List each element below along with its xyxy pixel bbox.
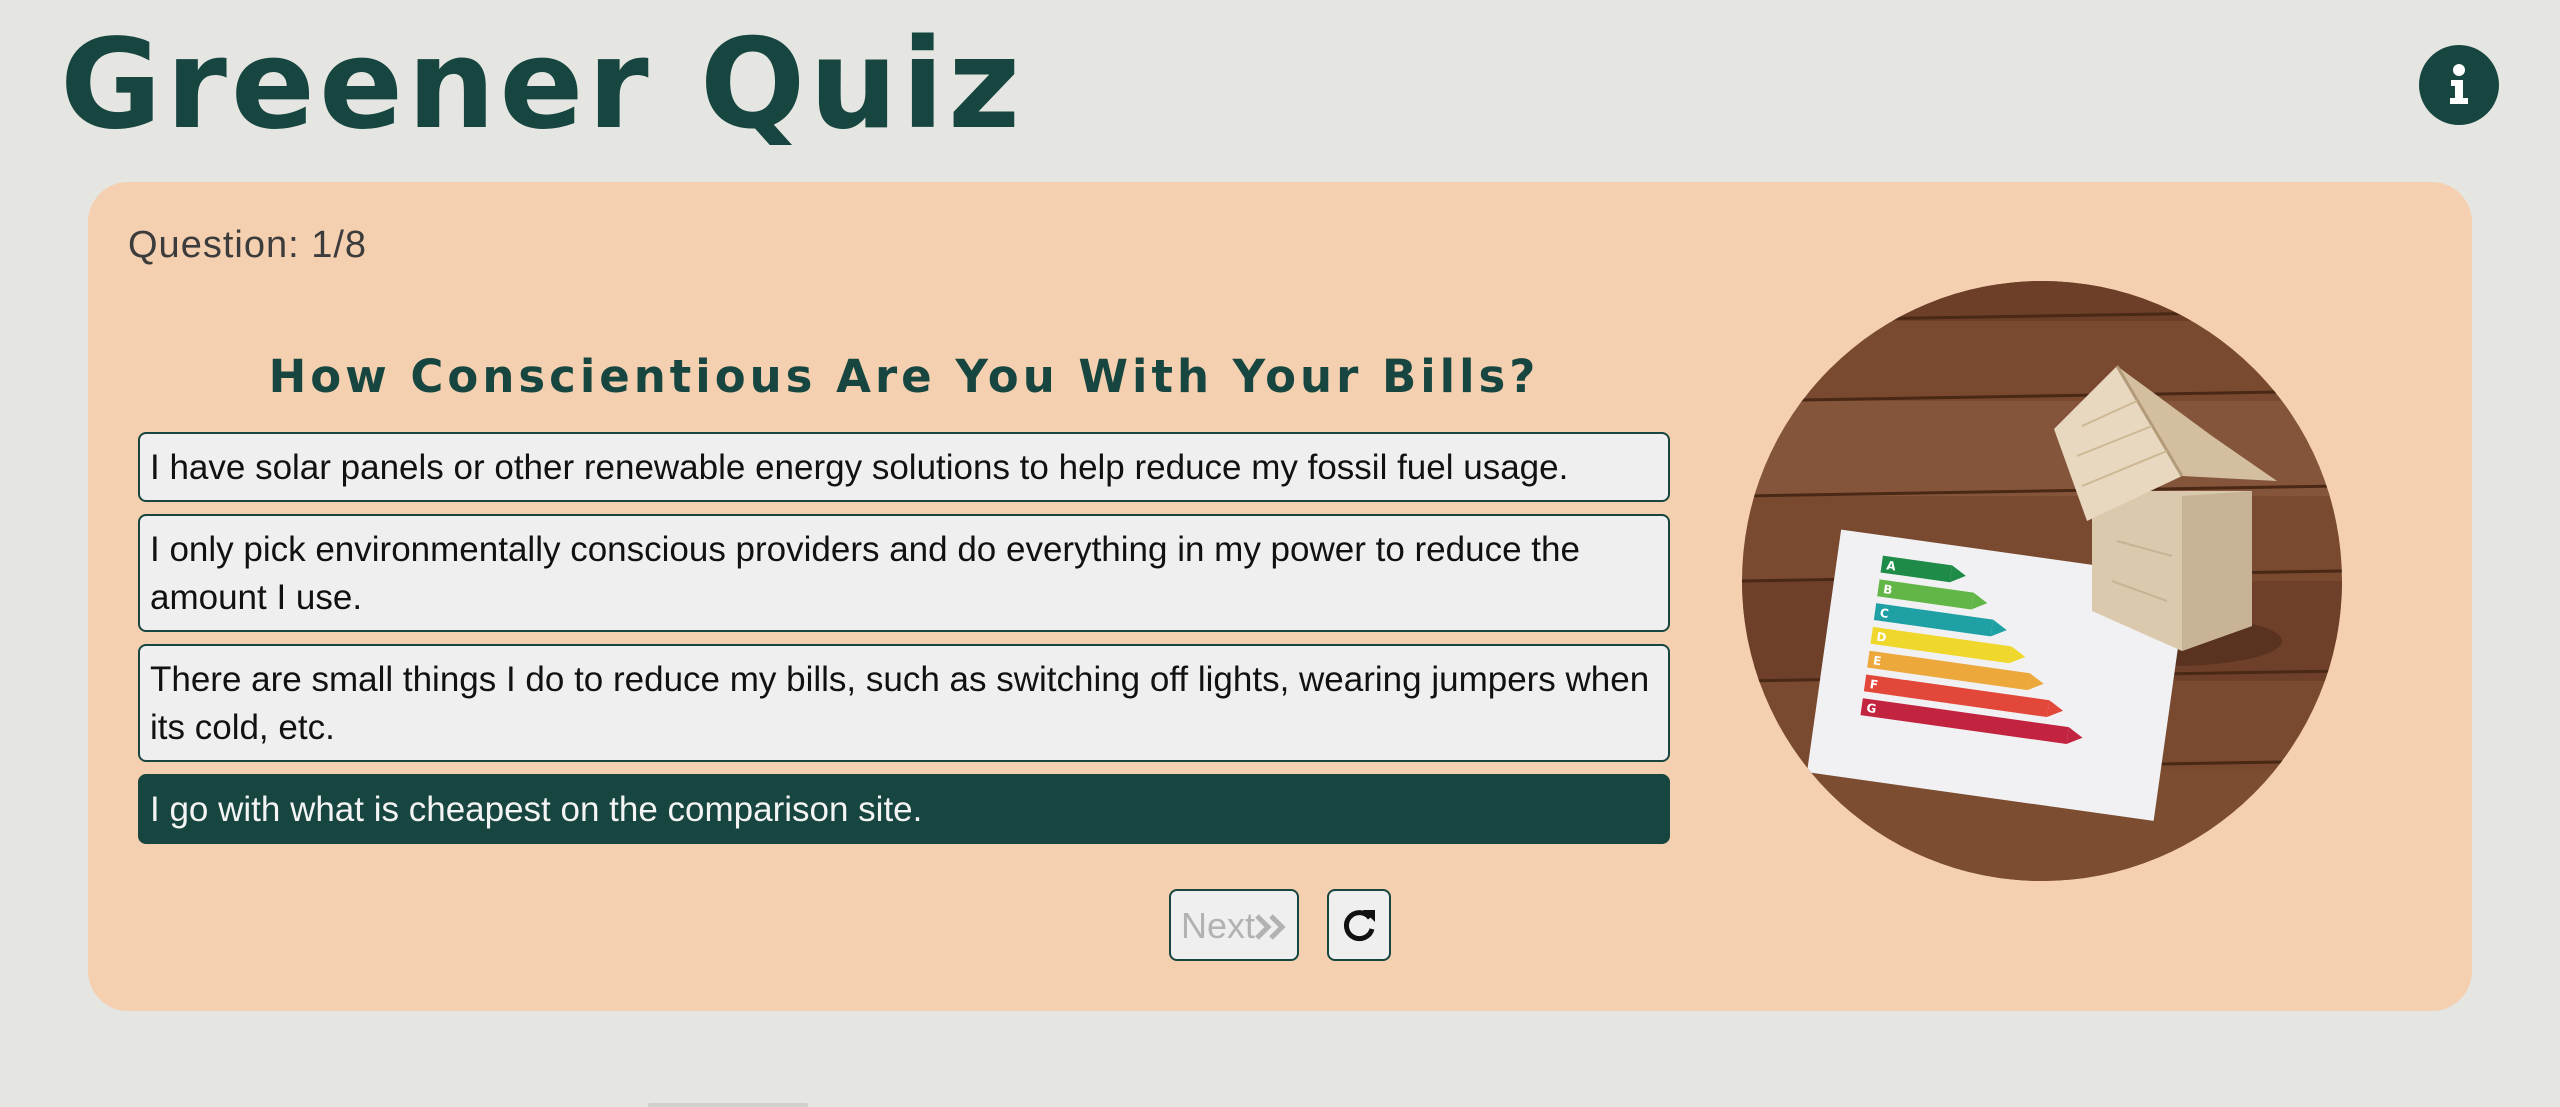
quiz-card: Question: 1/8 How Conscientious Are You … xyxy=(88,182,2472,1011)
question-title: How Conscientious Are You With Your Bill… xyxy=(268,350,1540,403)
question-counter: Question: 1/8 xyxy=(128,224,368,266)
info-button[interactable] xyxy=(2419,45,2499,125)
bottom-edge-tab xyxy=(648,1103,808,1107)
double-chevron-right-icon xyxy=(1255,914,1286,940)
redo-icon xyxy=(1343,910,1375,942)
answer-list: I have solar panels or other renewable e… xyxy=(138,432,1670,856)
next-button[interactable]: Next xyxy=(1169,889,1299,961)
app-title: Greener Quiz xyxy=(60,13,1025,157)
answer-option[interactable]: I only pick environmentally conscious pr… xyxy=(138,514,1670,632)
rating-label: B xyxy=(1882,582,1893,597)
answer-option[interactable]: There are small things I do to reduce my… xyxy=(138,644,1670,762)
answer-option-selected[interactable]: I go with what is cheapest on the compar… xyxy=(138,774,1670,844)
rating-label: G xyxy=(1866,701,1878,716)
rating-label: D xyxy=(1876,630,1888,645)
answer-option[interactable]: I have solar panels or other renewable e… xyxy=(138,432,1670,502)
info-icon xyxy=(2450,64,2468,104)
restart-button[interactable] xyxy=(1327,889,1391,961)
next-label: Next xyxy=(1181,905,1256,946)
quiz-illustration: A B C D E F G xyxy=(1742,281,2342,881)
